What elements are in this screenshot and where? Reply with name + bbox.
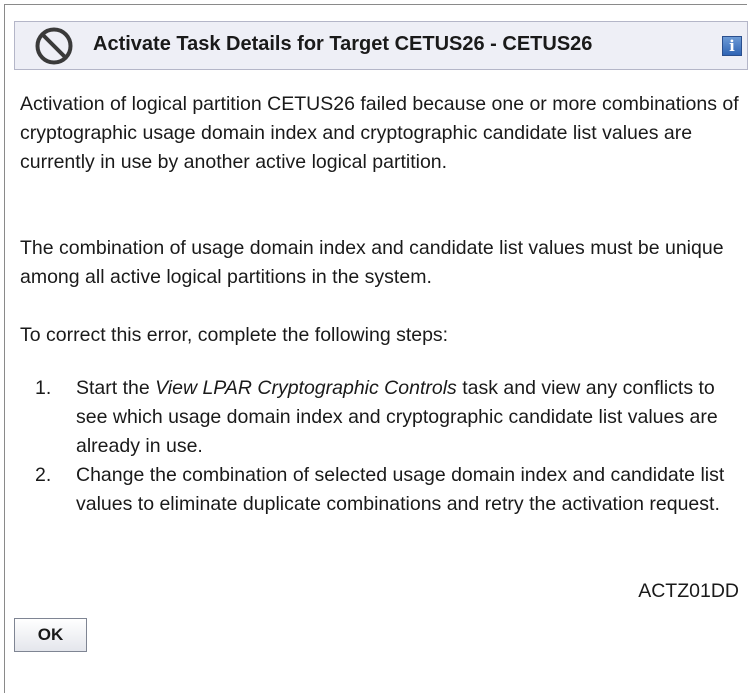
- prohibited-icon: [35, 27, 73, 65]
- step-text-prefix: Start the: [76, 377, 156, 399]
- uniqueness-requirement: The combination of usage domain index an…: [20, 237, 724, 288]
- ok-button[interactable]: OK: [14, 618, 87, 652]
- error-description: Activation of logical partition CETUS26 …: [20, 93, 739, 173]
- task-details-dialog: Activate Task Details for Target CETUS26…: [4, 4, 748, 693]
- task-name: View LPAR Cryptographic Controls: [155, 377, 457, 399]
- list-item: 1. Start the View LPAR Cryptographic Con…: [20, 374, 745, 461]
- step-text: Change the combination of selected usage…: [76, 464, 725, 515]
- list-item: 2. Change the combination of selected us…: [20, 461, 745, 519]
- step-number: 1.: [35, 377, 52, 399]
- message-id: ACTZ01DD: [638, 580, 739, 602]
- step-number: 2.: [35, 464, 52, 486]
- info-icon[interactable]: i: [722, 36, 742, 56]
- dialog-title: Activate Task Details for Target CETUS26…: [93, 33, 593, 55]
- correction-steps: 1. Start the View LPAR Cryptographic Con…: [20, 374, 745, 519]
- dialog-titlebar: Activate Task Details for Target CETUS26…: [14, 21, 748, 70]
- correction-intro: To correct this error, complete the foll…: [20, 324, 449, 346]
